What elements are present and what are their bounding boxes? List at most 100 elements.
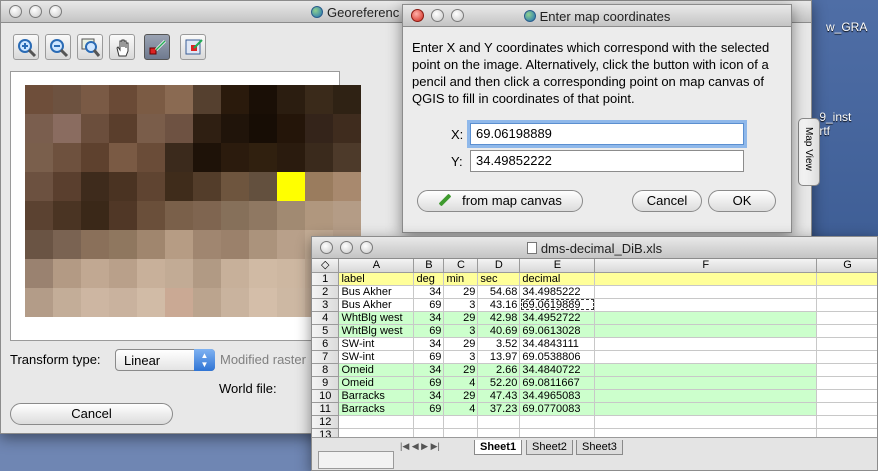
- table-cell[interactable]: [816, 311, 877, 325]
- table-cell[interactable]: Barracks: [338, 402, 415, 416]
- raster-pixel[interactable]: [53, 230, 81, 259]
- raster-pixel[interactable]: [25, 230, 53, 259]
- raster-pixel[interactable]: [277, 201, 305, 230]
- raster-pixel[interactable]: [221, 259, 249, 288]
- table-cell[interactable]: 69: [413, 402, 445, 416]
- table-cell[interactable]: 34: [413, 285, 445, 299]
- zoom-out-button[interactable]: [45, 34, 71, 60]
- table-cell[interactable]: 69.0619889: [519, 298, 596, 312]
- raster-pixel[interactable]: [221, 85, 249, 114]
- table-cell[interactable]: deg: [413, 272, 445, 286]
- table-cell[interactable]: SW-int: [338, 350, 415, 364]
- raster-canvas[interactable]: [10, 71, 361, 341]
- raster-pixel[interactable]: [81, 230, 109, 259]
- raster-pixel[interactable]: [137, 259, 165, 288]
- table-cell[interactable]: 69: [413, 298, 445, 312]
- view-mode-buttons[interactable]: [318, 451, 394, 469]
- table-cell[interactable]: [594, 285, 818, 299]
- raster-pixel[interactable]: [305, 143, 333, 172]
- table-cell[interactable]: [338, 415, 415, 429]
- zoom-to-layer-button[interactable]: [77, 34, 103, 60]
- raster-pixel[interactable]: [193, 85, 221, 114]
- raster-pixel[interactable]: [137, 114, 165, 143]
- row-header[interactable]: 9: [312, 376, 340, 390]
- table-cell[interactable]: 43.16: [477, 298, 521, 312]
- raster-pixel[interactable]: [249, 230, 277, 259]
- table-cell[interactable]: [816, 350, 877, 364]
- table-cell[interactable]: 40.69: [477, 324, 521, 338]
- raster-pixel[interactable]: [193, 259, 221, 288]
- table-cell[interactable]: 3: [443, 298, 479, 312]
- table-cell[interactable]: 47.43: [477, 389, 521, 403]
- column-header[interactable]: B: [413, 259, 445, 273]
- raster-pixel[interactable]: [277, 172, 305, 201]
- table-cell[interactable]: [443, 415, 479, 429]
- column-header[interactable]: F: [594, 259, 818, 273]
- table-cell[interactable]: 34.4965083: [519, 389, 596, 403]
- sheet-nav-arrows-icon[interactable]: |◀ ◀ ▶ ▶|: [400, 441, 440, 452]
- raster-pixel[interactable]: [249, 259, 277, 288]
- table-cell[interactable]: 3: [443, 324, 479, 338]
- table-cell[interactable]: 34: [413, 363, 445, 377]
- raster-pixel[interactable]: [81, 288, 109, 317]
- row-header[interactable]: 11: [312, 402, 340, 416]
- desktop-item[interactable]: .9_inst: [816, 110, 851, 124]
- table-cell[interactable]: Bus Akher: [338, 285, 415, 299]
- raster-pixel[interactable]: [25, 201, 53, 230]
- row-header[interactable]: 3: [312, 298, 340, 312]
- raster-pixel[interactable]: [305, 172, 333, 201]
- raster-pixel[interactable]: [333, 143, 361, 172]
- table-cell[interactable]: [413, 415, 445, 429]
- raster-pixel[interactable]: [221, 114, 249, 143]
- table-cell[interactable]: 34: [413, 337, 445, 351]
- table-cell[interactable]: [816, 389, 877, 403]
- raster-pixel[interactable]: [333, 114, 361, 143]
- tab-sheet1[interactable]: Sheet1: [474, 440, 523, 455]
- select-all-corner[interactable]: ◇: [312, 259, 340, 273]
- raster-pixel[interactable]: [193, 201, 221, 230]
- table-cell[interactable]: 69: [413, 324, 445, 338]
- raster-pixel[interactable]: [53, 201, 81, 230]
- table-cell[interactable]: 34: [413, 389, 445, 403]
- table-cell[interactable]: Bus Akher: [338, 298, 415, 312]
- worksheet[interactable]: ◇ A B C D E F G 1 label deg min sec decimal 2 B…: [312, 259, 877, 442]
- cancel-button[interactable]: Cancel: [10, 403, 173, 425]
- table-cell[interactable]: [816, 272, 877, 286]
- raster-pixel[interactable]: [277, 230, 305, 259]
- raster-pixel[interactable]: [81, 85, 109, 114]
- table-cell[interactable]: [594, 363, 818, 377]
- table-cell[interactable]: Barracks: [338, 389, 415, 403]
- table-cell[interactable]: 34.4952722: [519, 311, 596, 325]
- raster-pixel[interactable]: [137, 172, 165, 201]
- dialog-cancel-button[interactable]: Cancel: [632, 190, 702, 212]
- table-cell[interactable]: 29: [443, 363, 479, 377]
- raster-pixel[interactable]: [137, 85, 165, 114]
- raster-pixel[interactable]: [25, 114, 53, 143]
- table-cell[interactable]: [519, 415, 596, 429]
- raster-pixel[interactable]: [277, 288, 305, 317]
- raster-pixel[interactable]: [53, 259, 81, 288]
- table-cell[interactable]: [816, 402, 877, 416]
- raster-pixel[interactable]: [53, 85, 81, 114]
- table-cell[interactable]: 69.0770083: [519, 402, 596, 416]
- add-point-button[interactable]: [144, 34, 170, 60]
- table-cell[interactable]: [816, 376, 877, 390]
- table-cell[interactable]: 34: [413, 311, 445, 325]
- raster-pixel[interactable]: [81, 201, 109, 230]
- raster-pixel[interactable]: [333, 201, 361, 230]
- table-cell[interactable]: 4: [443, 376, 479, 390]
- raster-pixel[interactable]: [193, 230, 221, 259]
- table-cell[interactable]: 69.0613028: [519, 324, 596, 338]
- table-cell[interactable]: 29: [443, 337, 479, 351]
- raster-pixel[interactable]: [137, 230, 165, 259]
- raster-pixel[interactable]: [305, 114, 333, 143]
- raster-pixel[interactable]: [53, 288, 81, 317]
- table-cell[interactable]: 3.52: [477, 337, 521, 351]
- raster-pixel[interactable]: [53, 172, 81, 201]
- table-cell[interactable]: decimal: [519, 272, 596, 286]
- raster-pixel[interactable]: [221, 143, 249, 172]
- table-cell[interactable]: [594, 350, 818, 364]
- row-header[interactable]: 1: [312, 272, 340, 286]
- raster-pixel[interactable]: [165, 201, 193, 230]
- table-cell[interactable]: 42.98: [477, 311, 521, 325]
